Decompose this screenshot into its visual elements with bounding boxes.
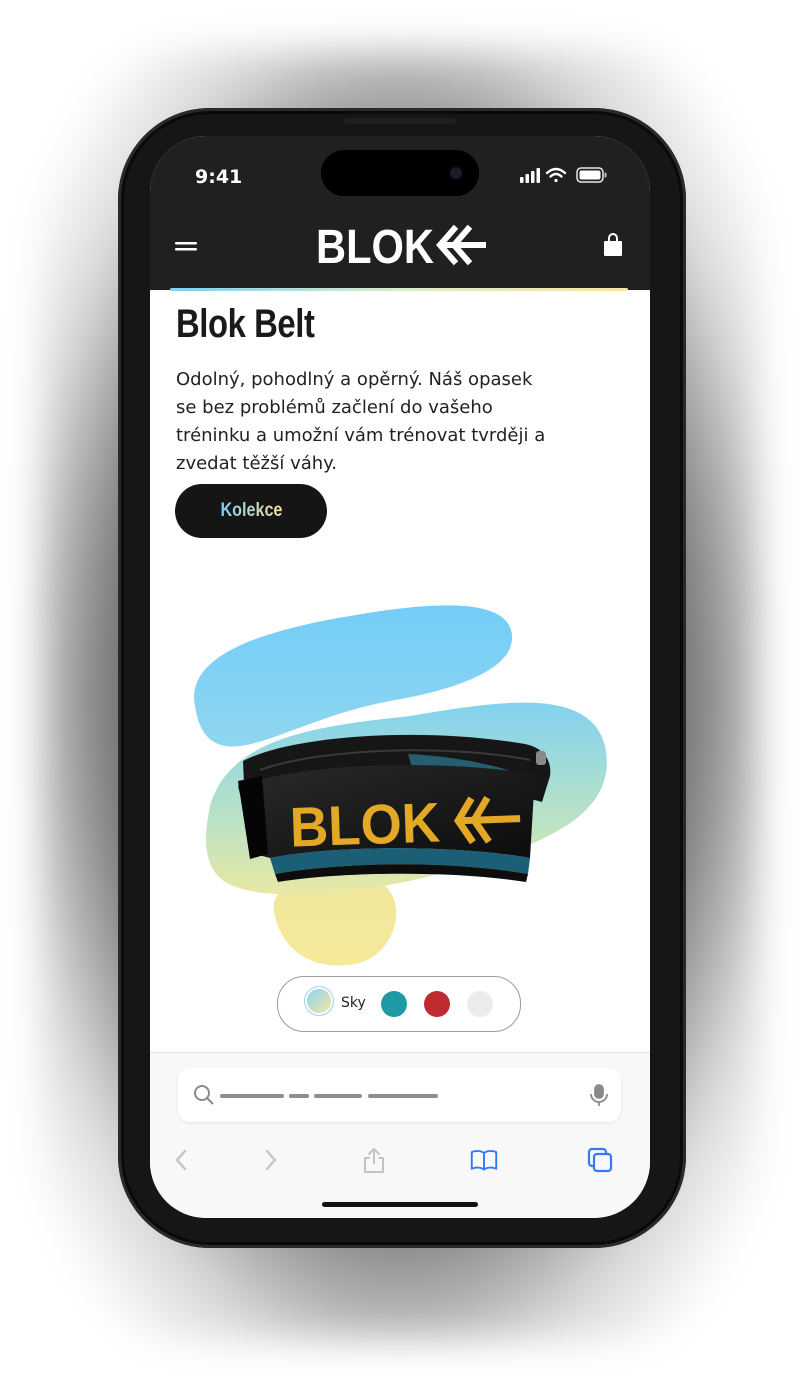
- cellular-signal-icon: [520, 168, 540, 183]
- status-icons: [520, 167, 607, 183]
- swatch-teal[interactable]: [381, 991, 407, 1017]
- bookmarks-icon[interactable]: [470, 1146, 498, 1174]
- status-time: 9:41: [195, 166, 243, 188]
- front-camera: [450, 167, 462, 179]
- tabs-icon[interactable]: [586, 1146, 614, 1174]
- address-bar-content: [194, 1084, 608, 1106]
- earpiece: [344, 118, 456, 124]
- header-accent-line: [170, 288, 628, 291]
- logo-wordmark: BLOK: [316, 221, 434, 269]
- belt-product-image: BLOK: [238, 734, 551, 882]
- collection-button[interactable]: Kolekce: [175, 484, 327, 538]
- back-icon[interactable]: [168, 1146, 196, 1174]
- product-description: Odolný, pohodlný a opěrný. Náš opasek se…: [176, 369, 546, 474]
- swatch-white[interactable]: [467, 991, 493, 1017]
- swatch-red[interactable]: [424, 991, 450, 1017]
- forward-icon[interactable]: [256, 1146, 284, 1174]
- wifi-icon: [545, 167, 567, 183]
- battery-icon: [576, 167, 607, 183]
- shopping-bag-icon[interactable]: [603, 233, 623, 257]
- blok-logo[interactable]: BLOK: [316, 221, 486, 269]
- selected-color-label: Sky: [341, 995, 366, 1011]
- home-indicator: [322, 1202, 478, 1207]
- product-hero-graphic: BLOK: [194, 605, 607, 966]
- swatch-sky[interactable]: [307, 989, 331, 1013]
- address-bar[interactable]: [178, 1068, 621, 1122]
- belt-logo-print: BLOK: [289, 790, 441, 858]
- collection-button-label: Kolekce: [220, 500, 282, 521]
- search-icon: [194, 1085, 214, 1105]
- url-placeholder: [220, 1094, 438, 1098]
- screen: 9:41 BLOK Blok Belt Odolný, pohodlný a o…: [150, 136, 650, 1218]
- hamburger-menu-icon[interactable]: [175, 240, 197, 254]
- microphone-icon: [590, 1084, 608, 1106]
- share-icon[interactable]: [360, 1146, 388, 1174]
- color-selector: Sky: [277, 976, 521, 1032]
- product-title: Blok Belt: [176, 302, 315, 346]
